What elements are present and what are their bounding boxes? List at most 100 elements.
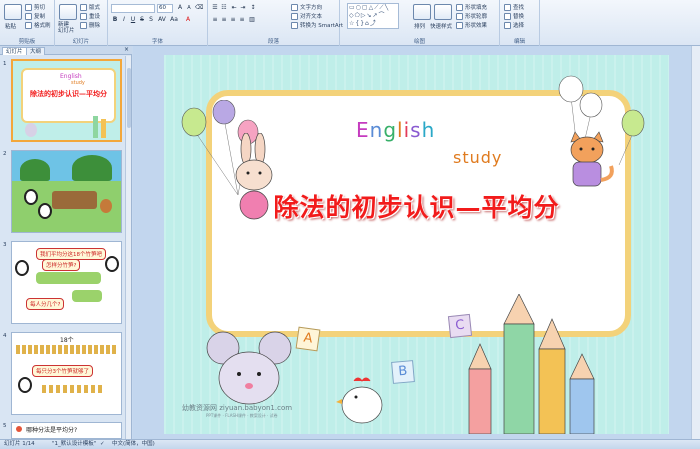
- english-letter: s: [410, 118, 422, 142]
- justify-button[interactable]: ≡: [238, 16, 246, 24]
- font-group: 60 A A ⌫ B I U S S AV Aa A 字体: [108, 0, 208, 46]
- slide-thumbnail-1[interactable]: English study 除法的初步认识—平均分: [11, 59, 122, 142]
- align-left-button[interactable]: ≡: [211, 16, 219, 24]
- underline-button[interactable]: U: [129, 16, 137, 24]
- thumb-mouse-figure: [25, 123, 37, 137]
- shape-fill-button[interactable]: 形状填充: [456, 3, 487, 11]
- spacing-button[interactable]: AV: [158, 16, 166, 24]
- editing-group: 查找 替换 选择 编辑: [500, 0, 540, 46]
- replace-button[interactable]: 替换: [504, 12, 524, 20]
- delete-slide-button[interactable]: 删除: [80, 21, 100, 29]
- change-case-button[interactable]: Aa: [170, 16, 178, 24]
- thumb-bamboo-shoots: [36, 272, 101, 284]
- shape-effects-button[interactable]: 形状效果: [456, 21, 487, 29]
- slide-number: 5: [3, 423, 7, 429]
- bullets-button[interactable]: ☰: [211, 4, 219, 12]
- shrink-font-button[interactable]: A: [185, 4, 193, 12]
- slide-thumbnail-4[interactable]: 18个 每只分3个竹笋就够了: [11, 332, 122, 415]
- bold-button[interactable]: B: [111, 16, 119, 24]
- layout-button[interactable]: 版式: [80, 3, 100, 11]
- thumb-study-text: study: [71, 80, 85, 86]
- slide-canvas[interactable]: English study 除法的初步认识—平均分 C A B 幼教资源网 zi…: [164, 55, 669, 434]
- font-color-button[interactable]: A: [184, 16, 192, 24]
- english-text: English: [356, 118, 435, 142]
- shapes-gallery[interactable]: ▭○▢△⟋⟋╲ ◇⬠▷↘↗⌒ ☆{}⌂⤴: [347, 3, 399, 29]
- drawing-label: 绘图: [413, 39, 425, 45]
- thumb-tree: [72, 155, 112, 181]
- scrollbar-thumb[interactable]: [127, 68, 131, 128]
- letter-block-b: B: [391, 360, 415, 384]
- effects-icon: [456, 21, 463, 29]
- shadow-button[interactable]: S: [147, 16, 155, 24]
- english-title: English: [356, 118, 435, 142]
- thumb-panda: [15, 260, 29, 276]
- pane-scrollbar[interactable]: [125, 56, 131, 439]
- numbering-button[interactable]: ☷: [220, 4, 228, 12]
- align-text-icon: [291, 12, 298, 20]
- line-spacing-button[interactable]: ↕: [249, 4, 257, 12]
- thumb-table: [52, 191, 97, 209]
- quick-styles-icon[interactable]: [434, 4, 452, 20]
- clear-format-button[interactable]: ⌫: [195, 4, 203, 12]
- strikethrough-button[interactable]: S: [138, 16, 146, 24]
- new-slide-button[interactable]: 新建 幻灯片: [58, 22, 75, 34]
- slide-number: 1: [3, 61, 7, 67]
- italic-button[interactable]: I: [120, 16, 128, 24]
- binoculars-icon: [504, 3, 511, 11]
- align-center-button[interactable]: ≡: [220, 16, 228, 24]
- thumb-bamboo-shoots: [72, 290, 102, 302]
- format-painter-button[interactable]: 格式刷: [25, 21, 51, 29]
- scissors-icon: [25, 3, 32, 11]
- slide-thumbnail-2[interactable]: [11, 150, 122, 233]
- spellcheck-icon[interactable]: ✓: [100, 440, 105, 449]
- thumb-english-text: English: [60, 73, 82, 80]
- tab-slides[interactable]: 幻灯片: [2, 47, 27, 55]
- slide-thumbnail-5[interactable]: 哪种分法是平均分?: [11, 422, 122, 439]
- quick-styles-button[interactable]: 快速样式: [430, 22, 452, 30]
- arrange-icon[interactable]: [413, 4, 431, 20]
- copy-button[interactable]: 复制: [25, 12, 45, 20]
- shape-outline-button[interactable]: 形状轮廓: [456, 12, 487, 20]
- editor-scrollbar[interactable]: [691, 46, 700, 439]
- smartart-button[interactable]: 转换为 SmartArt: [291, 21, 343, 29]
- slide-number: 2: [3, 151, 7, 157]
- font-name-input[interactable]: [111, 4, 155, 13]
- slide-thumbnail-3[interactable]: 我们平均分这18个竹笋吧 怎样分竹笋? 每人分几个?: [11, 241, 122, 324]
- thumb-pencil: [101, 119, 106, 138]
- arrange-button[interactable]: 排列: [414, 22, 425, 30]
- thumb-count-label: 18个: [60, 337, 74, 344]
- columns-button[interactable]: ▥: [248, 16, 256, 24]
- close-icon[interactable]: ×: [124, 46, 129, 53]
- decrease-indent-button[interactable]: ⇤: [230, 4, 238, 12]
- slides-label: 幻灯片: [72, 39, 90, 45]
- language-status[interactable]: 中文(简体，中国): [112, 440, 155, 449]
- tab-outline[interactable]: 大纲: [26, 47, 46, 55]
- slide-title[interactable]: 除法的初步认识—平均分: [164, 188, 669, 224]
- text-direction-icon: [291, 3, 298, 11]
- letter-block-a: A: [295, 326, 321, 352]
- thumb-panda: [24, 189, 38, 205]
- reset-button[interactable]: 重设: [80, 12, 100, 20]
- font-label: 字体: [151, 39, 163, 45]
- thumb-panda: [38, 203, 52, 219]
- paragraph-label: 段落: [267, 39, 279, 45]
- align-text-button[interactable]: 对齐文本: [291, 12, 322, 20]
- text-direction-button[interactable]: 文字方向: [291, 3, 322, 11]
- increase-indent-button[interactable]: ⇥: [239, 4, 247, 12]
- paste-button[interactable]: 粘贴: [5, 22, 16, 30]
- select-button[interactable]: 选择: [504, 21, 524, 29]
- grow-font-button[interactable]: A: [176, 4, 184, 12]
- clipboard-label: 剪贴板: [18, 39, 36, 45]
- font-size-input[interactable]: 60: [157, 4, 173, 13]
- english-letter: g: [383, 118, 398, 142]
- reset-icon: [80, 12, 87, 20]
- new-slide-icon[interactable]: [59, 4, 77, 20]
- paste-icon[interactable]: [4, 4, 22, 20]
- thumb-pencil: [93, 116, 98, 138]
- slides-pane: 幻灯片 大纲 × 1 English study 除法的初步认识—平均分 2 3…: [0, 46, 132, 439]
- cut-button[interactable]: 剪切: [25, 3, 45, 11]
- english-letter: E: [356, 118, 370, 142]
- align-right-button[interactable]: ≡: [229, 16, 237, 24]
- pane-tabs: 幻灯片 大纲 ×: [0, 46, 132, 55]
- find-button[interactable]: 查找: [504, 3, 524, 11]
